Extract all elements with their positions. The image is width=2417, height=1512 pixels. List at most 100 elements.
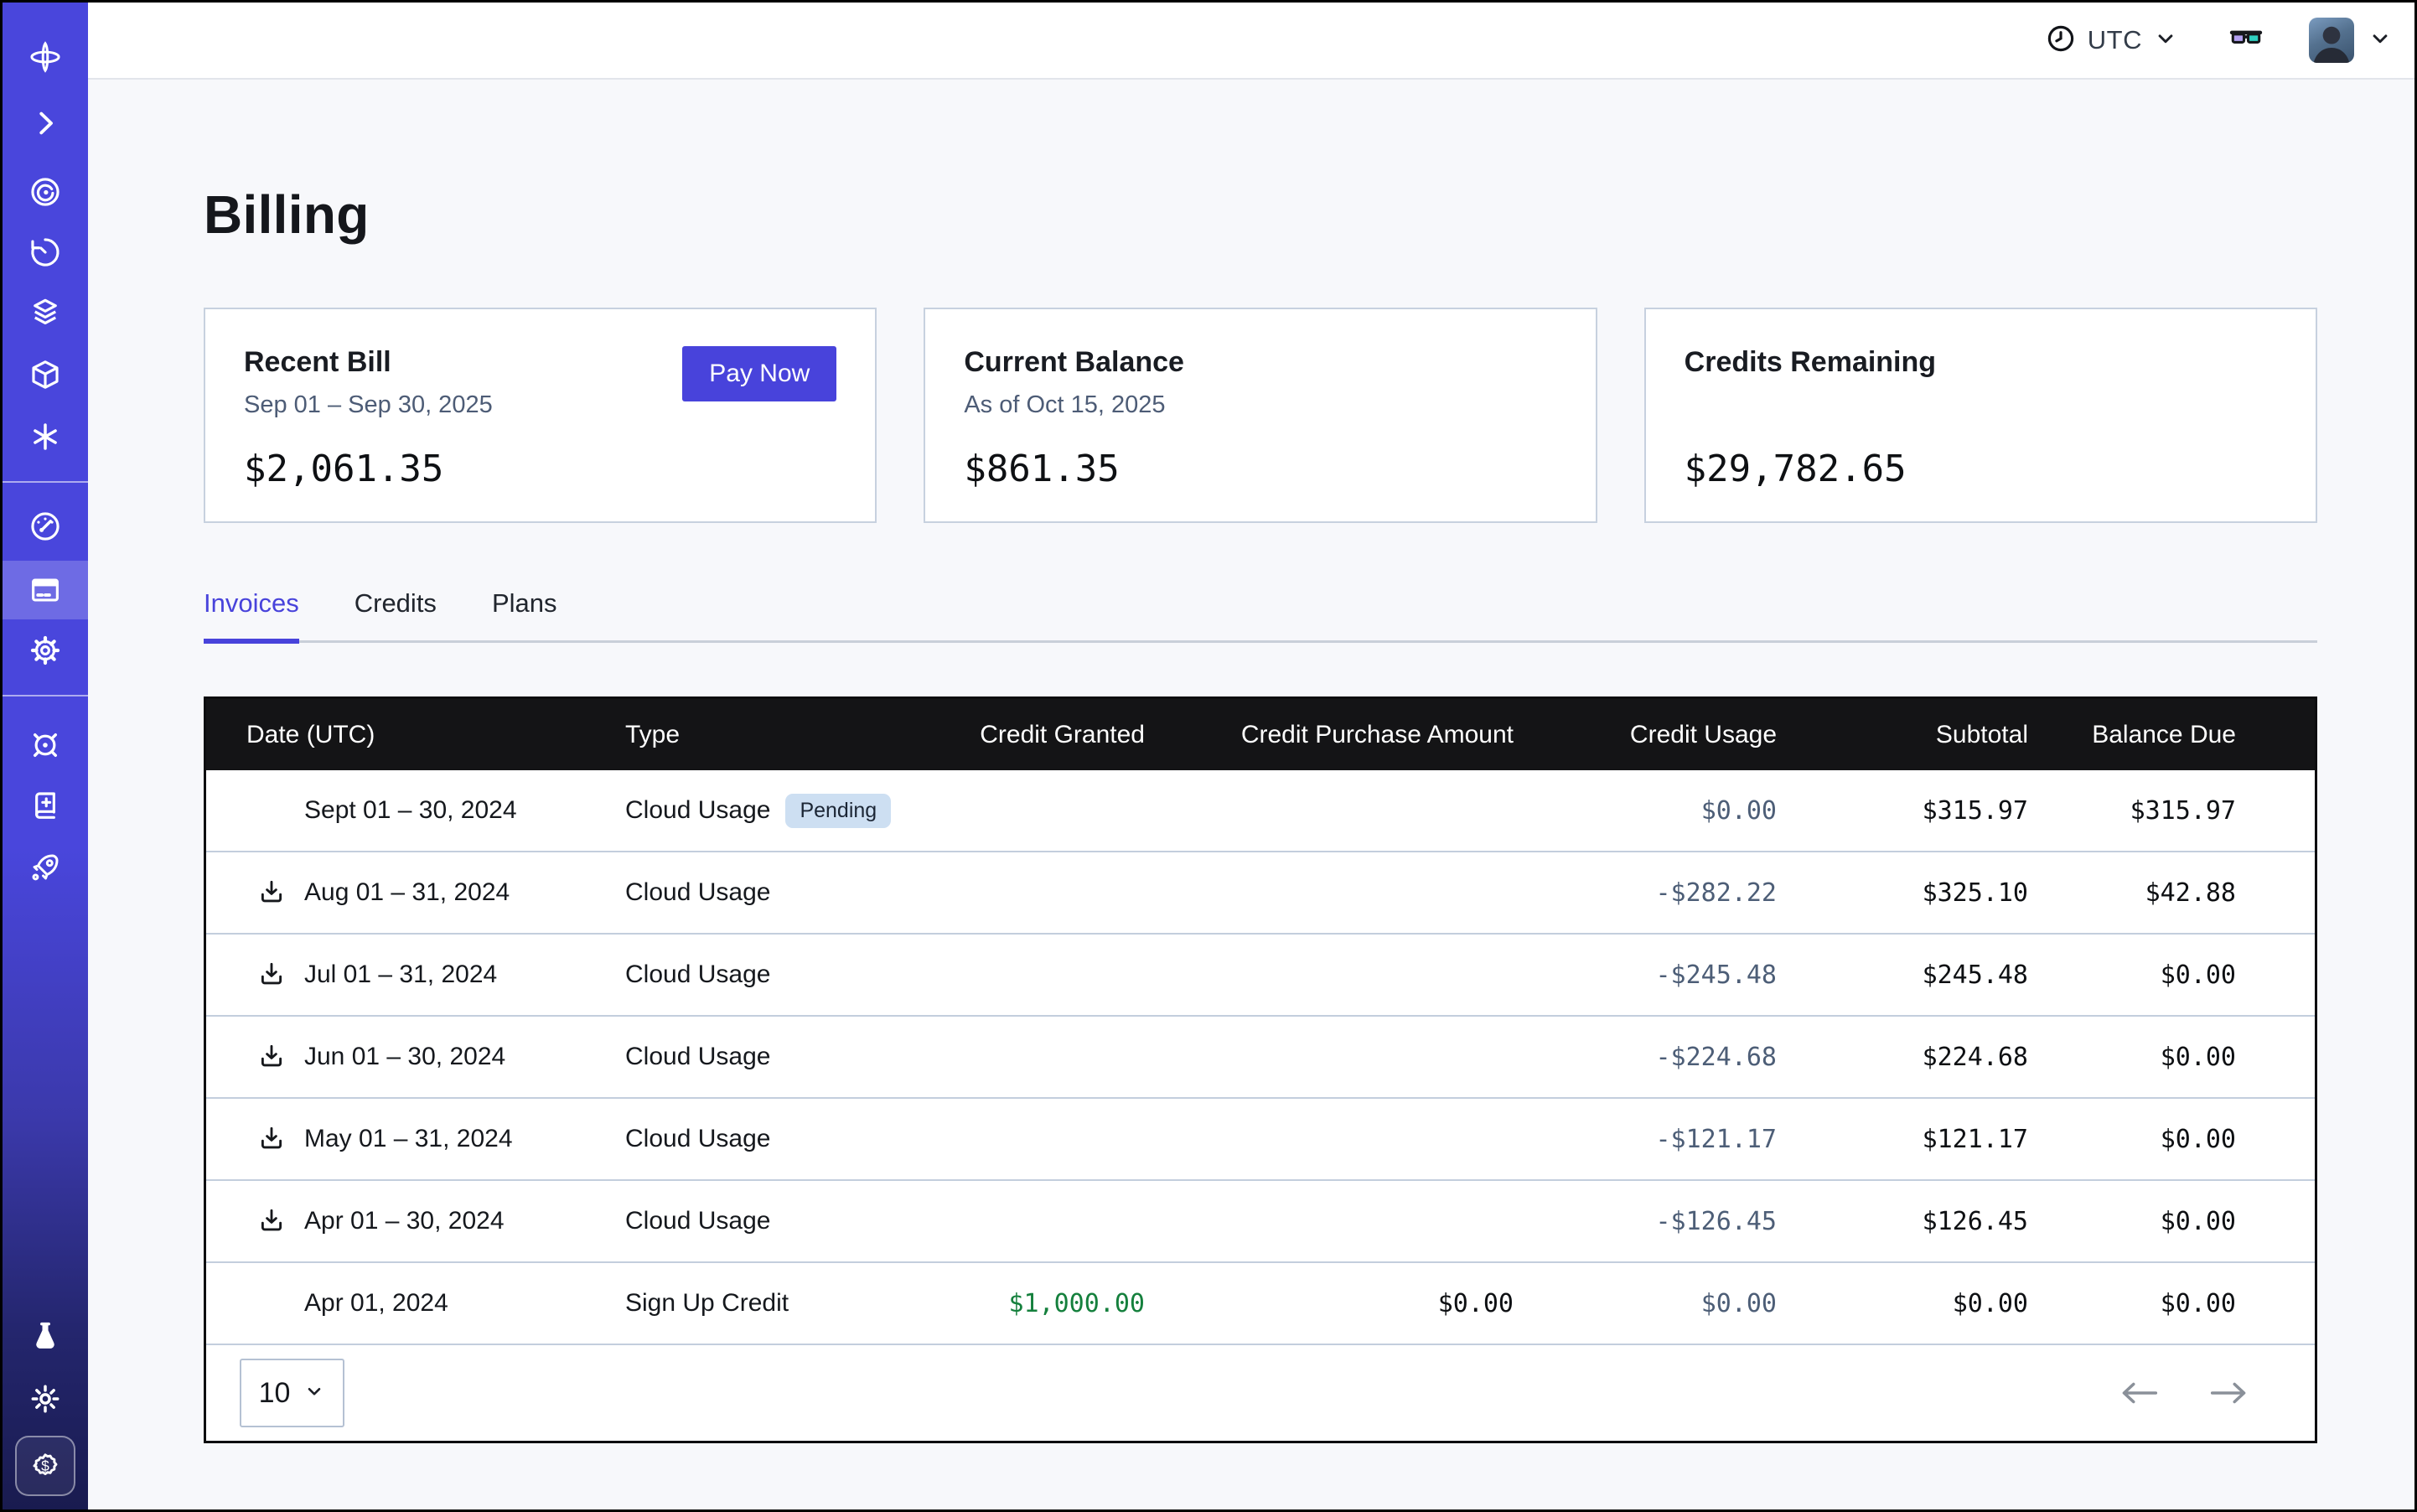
sidebar: $ <box>3 3 88 1509</box>
sidebar-item-theme-toggle[interactable] <box>3 1370 88 1428</box>
invoice-type: Cloud Usage <box>625 1043 770 1071</box>
chevron-down-icon <box>303 1377 325 1410</box>
status-badge: Pending <box>785 794 891 828</box>
invoices-table: Date (UTC) Type Credit Granted Credit Pu… <box>204 696 2317 1443</box>
balance-due: $0.00 <box>2028 1207 2315 1236</box>
book-sparkle-icon <box>28 788 63 823</box>
sidebar-item-labs[interactable] <box>3 1307 88 1366</box>
download-invoice-button[interactable] <box>257 961 286 989</box>
sidebar-item-logo[interactable] <box>3 28 88 86</box>
invoice-type: Cloud Usage <box>625 961 770 989</box>
helm-icon <box>28 728 63 763</box>
3d-glasses-icon <box>2227 19 2265 62</box>
balance-as-of: As of Oct 15, 2025 <box>964 391 1556 419</box>
timezone-selector[interactable]: UTC <box>2045 23 2178 59</box>
credit-granted: $1,000.00 <box>944 1289 1145 1318</box>
flask-icon <box>28 1319 63 1354</box>
table-row: Aug 01 – 31, 2024 Cloud Usage -$282.22 $… <box>206 851 2315 933</box>
subtotal: $0.00 <box>1777 1289 2028 1318</box>
gear-icon <box>28 633 63 668</box>
invoice-date: Jul 01 – 31, 2024 <box>304 961 497 989</box>
rocket-icon <box>28 850 63 885</box>
credit-purchase-amount: $0.00 <box>1145 1289 1514 1318</box>
account-menu-button[interactable] <box>2368 26 2393 55</box>
asterisk-icon <box>28 419 63 454</box>
chevron-down-icon <box>2368 26 2393 55</box>
download-slot <box>257 796 286 825</box>
billing-tabs: Invoices Credits Plans <box>204 588 2317 643</box>
billing-page: $ UTC Billing Recent Bill Sep 01 – Sep 3… <box>0 0 2417 1512</box>
view-mode-button[interactable] <box>2227 19 2265 62</box>
next-page-button[interactable] <box>2211 1382 2246 1404</box>
page-size-select[interactable]: 10 <box>240 1359 344 1427</box>
sidebar-item-expand[interactable] <box>3 94 88 153</box>
table-row: May 01 – 31, 2024 Cloud Usage -$121.17 $… <box>206 1097 2315 1179</box>
download-invoice-button[interactable] <box>257 1043 286 1071</box>
subtotal: $121.17 <box>1777 1125 2028 1154</box>
subtotal: $126.45 <box>1777 1207 2028 1236</box>
timezone-label: UTC <box>2088 25 2142 55</box>
table-body: Sept 01 – 30, 2024 Cloud Usage Pending $0… <box>206 770 2315 1344</box>
sidebar-item-settings[interactable] <box>3 621 88 680</box>
balance-due: $0.00 <box>2028 1289 2315 1318</box>
sun-icon <box>28 1381 63 1416</box>
invoice-type: Cloud Usage <box>625 1125 770 1153</box>
credit-usage: -$282.22 <box>1514 878 1777 908</box>
table-row: Apr 01 – 30, 2024 Cloud Usage -$126.45 $… <box>206 1179 2315 1261</box>
col-header-subtotal: Subtotal <box>1777 721 2028 749</box>
current-balance-amount: $861.35 <box>964 448 1556 490</box>
chevron-down-icon <box>2153 26 2178 55</box>
summary-cards: Recent Bill Sep 01 – Sep 30, 2025 $2,061… <box>204 308 2317 523</box>
sidebar-item-launch[interactable] <box>3 838 88 897</box>
recent-bill-amount: $2,061.35 <box>244 448 836 490</box>
svg-text:$: $ <box>41 1458 49 1474</box>
invoice-date: Sept 01 – 30, 2024 <box>304 796 517 825</box>
invoice-date: Apr 01 – 30, 2024 <box>304 1207 505 1235</box>
credit-usage: -$121.17 <box>1514 1125 1777 1154</box>
col-header-credit-usage: Credit Usage <box>1514 721 1777 749</box>
sidebar-item-dashboard[interactable] <box>3 497 88 556</box>
page-size-value: 10 <box>259 1377 291 1410</box>
previous-page-button[interactable] <box>2122 1382 2157 1404</box>
tab-credits[interactable]: Credits <box>355 588 437 640</box>
sidebar-item-credits-button[interactable]: $ <box>15 1436 75 1496</box>
table-header: Date (UTC) Type Credit Granted Credit Pu… <box>206 699 2315 770</box>
sidebar-item-observe[interactable] <box>3 163 88 221</box>
balance-due: $0.00 <box>2028 1125 2315 1154</box>
pay-now-button[interactable]: Pay Now <box>682 346 836 401</box>
dollar-badge-icon: $ <box>27 1447 64 1484</box>
invoice-type: Cloud Usage <box>625 878 770 907</box>
sidebar-item-asterisk[interactable] <box>3 407 88 466</box>
tab-plans[interactable]: Plans <box>492 588 557 640</box>
card-title: Current Balance <box>964 346 1556 379</box>
card-title: Credits Remaining <box>1685 346 2277 379</box>
arrow-right-icon <box>2211 1382 2246 1404</box>
main-content: Billing Recent Bill Sep 01 – Sep 30, 202… <box>88 80 2414 1509</box>
credit-usage: $0.00 <box>1514 796 1777 826</box>
balance-due: $0.00 <box>2028 961 2315 990</box>
tab-invoices[interactable]: Invoices <box>204 588 299 644</box>
sidebar-item-packages[interactable] <box>3 345 88 404</box>
download-invoice-button[interactable] <box>257 878 286 907</box>
chevron-right-icon <box>28 106 63 141</box>
recent-bill-card: Recent Bill Sep 01 – Sep 30, 2025 $2,061… <box>204 308 877 523</box>
download-invoice-button[interactable] <box>257 1207 286 1235</box>
invoice-date: Apr 01, 2024 <box>304 1289 448 1318</box>
sidebar-item-docs[interactable] <box>3 776 88 835</box>
sidebar-item-history[interactable] <box>3 223 88 282</box>
credit-usage: -$126.45 <box>1514 1207 1777 1236</box>
table-footer: 10 <box>206 1344 2315 1441</box>
sidebar-item-helm[interactable] <box>3 716 88 774</box>
pagination-controls <box>2122 1382 2246 1404</box>
download-invoice-button[interactable] <box>257 1125 286 1153</box>
layers-icon <box>28 295 63 330</box>
sidebar-divider <box>3 481 88 483</box>
credit-usage: -$245.48 <box>1514 961 1777 990</box>
sidebar-item-billing[interactable] <box>3 561 88 619</box>
user-avatar[interactable] <box>2309 18 2354 63</box>
sidebar-item-layers[interactable] <box>3 283 88 342</box>
invoice-type: Cloud Usage <box>625 1207 770 1235</box>
balance-due: $42.88 <box>2028 878 2315 908</box>
table-row: Jul 01 – 31, 2024 Cloud Usage -$245.48 $… <box>206 933 2315 1015</box>
download-slot <box>257 1289 286 1318</box>
